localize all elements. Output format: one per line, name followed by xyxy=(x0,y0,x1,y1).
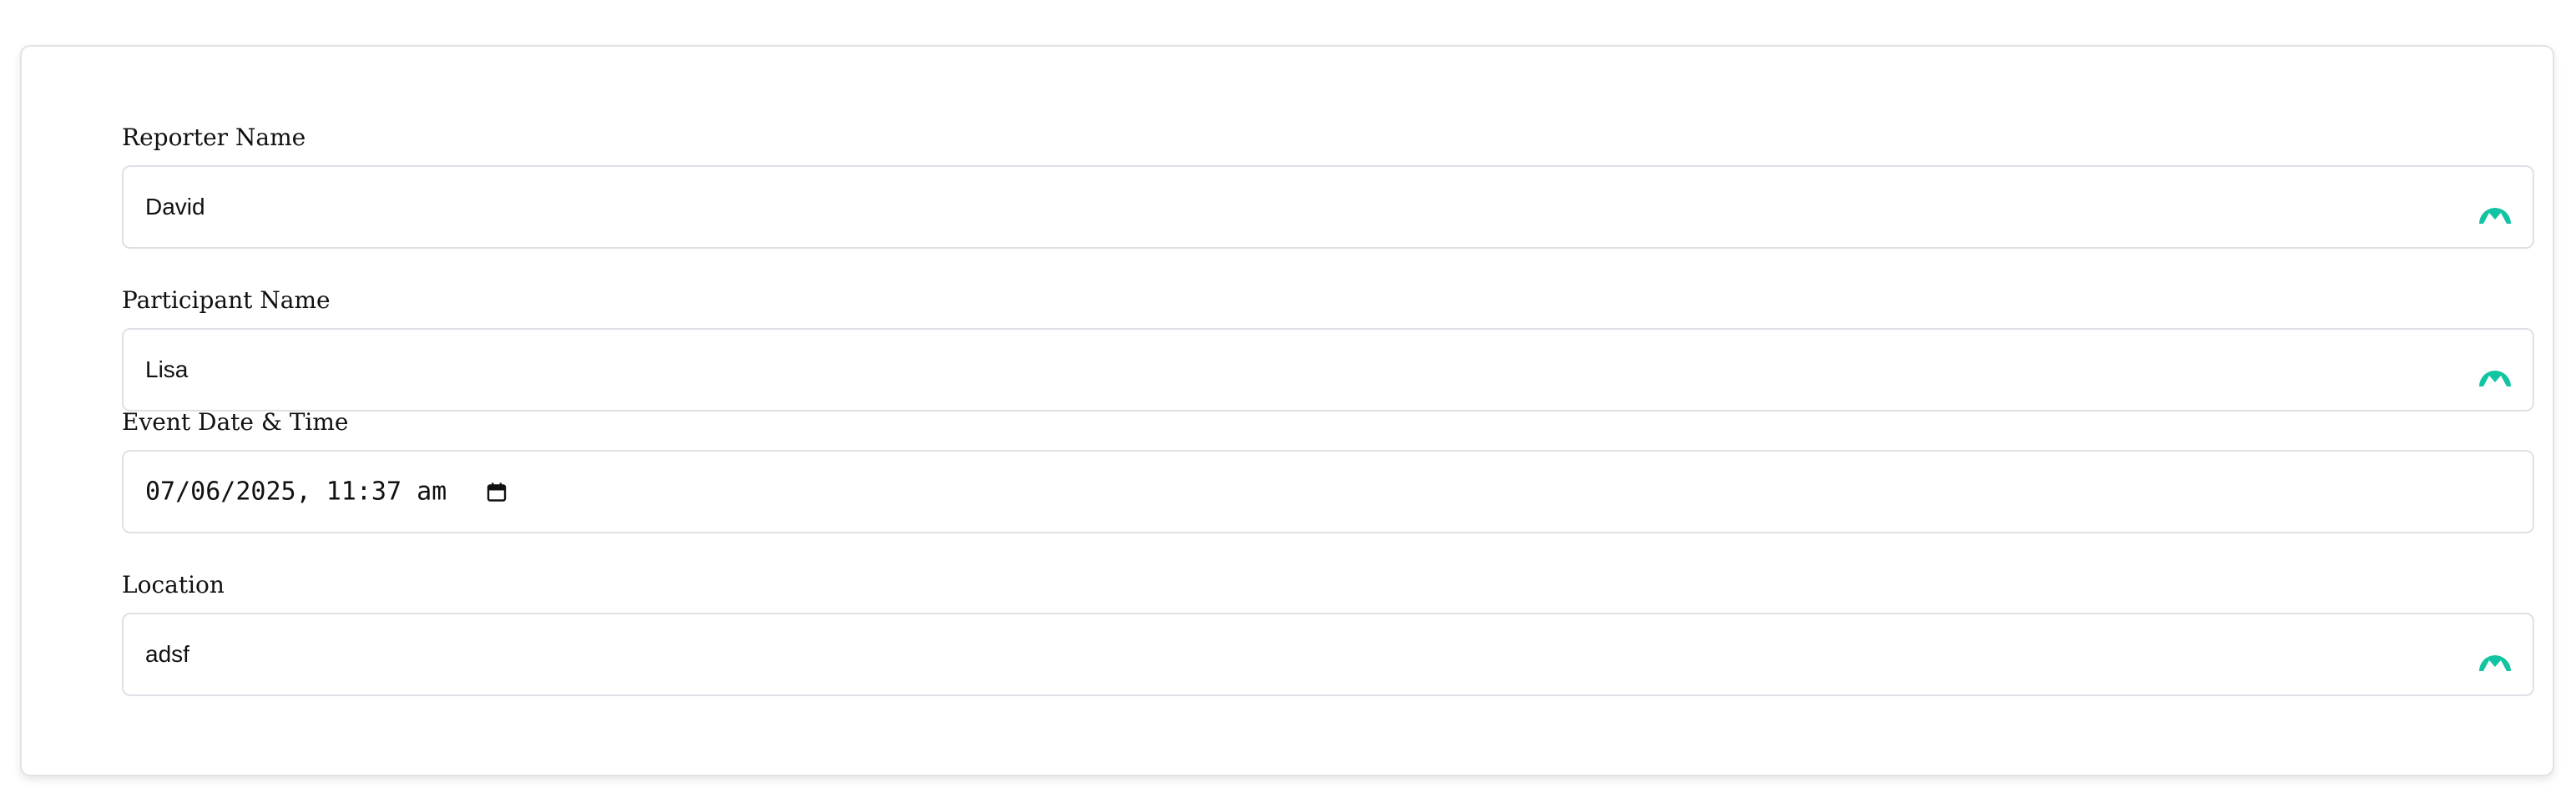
reporter-name-value: David xyxy=(145,194,205,220)
reporter-name-input[interactable]: David xyxy=(122,165,2534,249)
autofill-icon[interactable] xyxy=(2478,195,2513,225)
autofill-icon[interactable] xyxy=(2478,643,2513,673)
reporter-name-label: Reporter Name xyxy=(122,124,306,151)
event-datetime-value: 07/06/2025, 11:37 am xyxy=(145,477,447,507)
participant-name-value: Lisa xyxy=(145,356,189,382)
autofill-icon[interactable] xyxy=(2478,358,2513,388)
location-value: adsf xyxy=(145,641,189,667)
participant-name-input[interactable]: Lisa xyxy=(122,328,2534,412)
form-card: Reporter Name David Participant Name Lis… xyxy=(20,45,2554,776)
participant-name-label: Participant Name xyxy=(122,286,331,314)
location-label: Location xyxy=(122,571,225,598)
event-datetime-value-wrap: 07/06/2025, 11:37 am xyxy=(145,477,507,507)
location-input[interactable]: adsf xyxy=(122,613,2534,696)
calendar-icon[interactable] xyxy=(487,482,507,503)
event-datetime-input[interactable]: 07/06/2025, 11:37 am xyxy=(122,450,2534,533)
event-datetime-label: Event Date & Time xyxy=(122,408,349,436)
